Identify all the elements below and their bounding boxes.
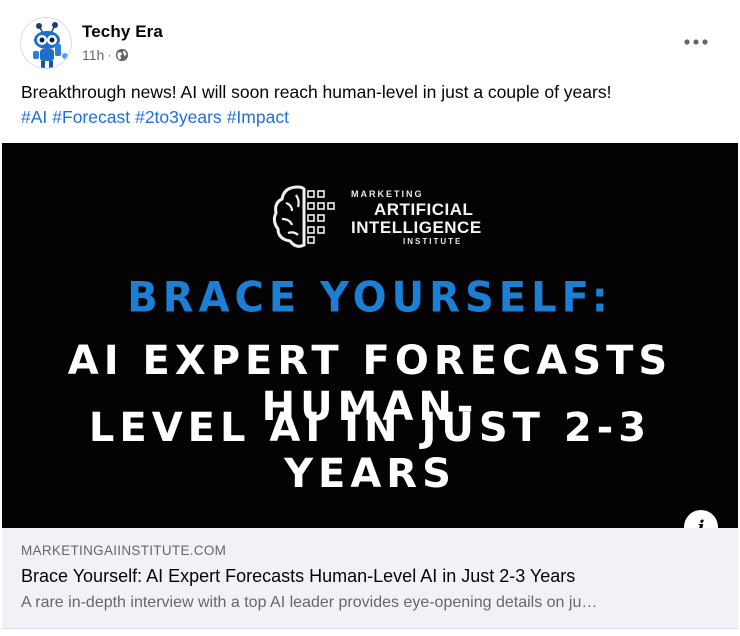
link-card[interactable]: MARKETINGAIINSTITUTE.COM Brace Yourself:… xyxy=(2,528,738,628)
more-options-icon xyxy=(684,39,708,45)
hashtag-ai[interactable]: #AI xyxy=(21,107,47,127)
logo-line-intelligence: INTELLIGENCE xyxy=(351,218,482,237)
maii-logo: MARKETING ARTIFICIAL INTELLIGENCE INSTIT… xyxy=(270,181,482,253)
post-time[interactable]: 11h xyxy=(82,47,104,63)
link-description: A rare in-depth interview with a top AI … xyxy=(21,594,598,611)
logo-line-institute: INSTITUTE xyxy=(403,237,463,246)
divider xyxy=(2,628,738,629)
post-text: Breakthrough news! AI will soon reach hu… xyxy=(21,80,721,130)
logo-line-artificial: ARTIFICIAL xyxy=(374,200,474,219)
author-name[interactable]: Techy Era xyxy=(82,22,163,42)
post-meta: 11h · xyxy=(82,47,129,63)
globe-icon xyxy=(116,48,129,62)
post-body-text: Breakthrough news! AI will soon reach hu… xyxy=(21,82,612,102)
link-preview-image[interactable]: MARKETING ARTIFICIAL INTELLIGENCE INSTIT… xyxy=(2,143,738,528)
hashtag-impact[interactable]: #Impact xyxy=(227,107,289,127)
link-domain: MARKETINGAIINSTITUTE.COM xyxy=(21,543,227,558)
meta-separator: · xyxy=(107,48,112,62)
more-options-button[interactable] xyxy=(680,28,712,56)
hashtag-2to3years[interactable]: #2to3years xyxy=(135,107,222,127)
link-title[interactable]: Brace Yourself: AI Expert Forecasts Huma… xyxy=(21,566,721,587)
logo-line-marketing: MARKETING xyxy=(351,189,424,199)
hashtag-forecast[interactable]: #Forecast xyxy=(52,107,130,127)
post-header: Techy Era 11h · xyxy=(0,0,740,78)
robot-avatar-icon xyxy=(21,18,71,68)
headline-white-line-2: LEVEL AI IN JUST 2-3 YEARS xyxy=(88,405,652,497)
headline-blue: BRACE YOURSELF: xyxy=(127,273,613,323)
brain-logo-icon xyxy=(272,185,335,248)
avatar[interactable] xyxy=(20,17,72,69)
hashtags: #AI #Forecast #2to3years #Impact xyxy=(21,105,721,130)
facebook-post: Techy Era 11h · Breakthrough news! AI wi… xyxy=(0,0,740,636)
